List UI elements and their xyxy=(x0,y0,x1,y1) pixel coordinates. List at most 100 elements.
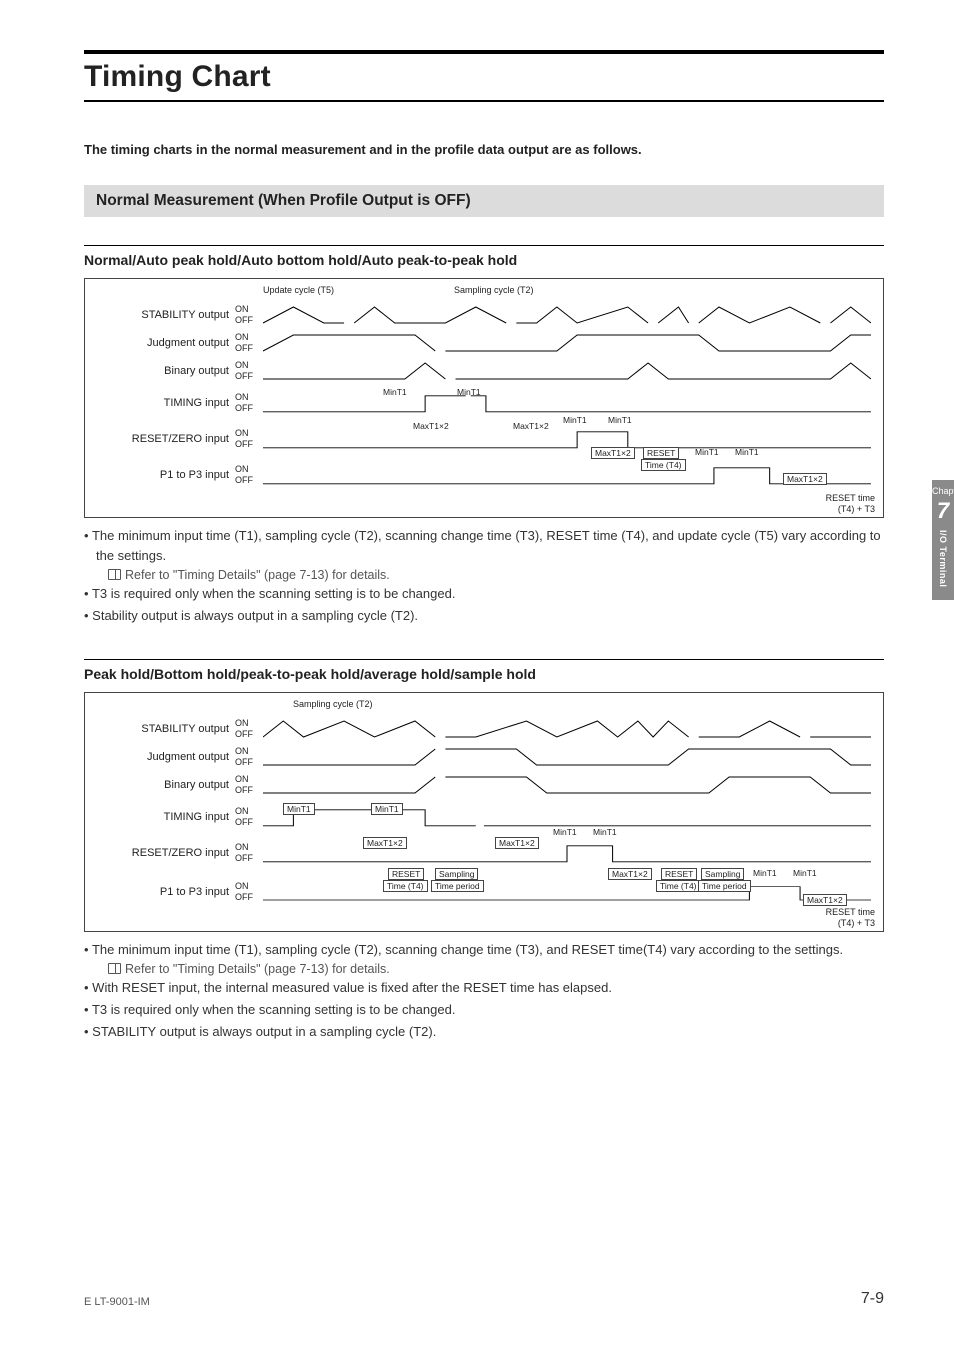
reference-line: Refer to "Timing Details" (page 7-13) fo… xyxy=(84,568,884,582)
book-icon xyxy=(108,963,121,974)
annot-time-period: Time period xyxy=(431,880,484,892)
annot-min-t1: MinT1 xyxy=(383,387,407,397)
on-label: ON xyxy=(235,718,259,729)
signal-row: P1 to P3 input ONOFF MaxT1×2 RESET Time … xyxy=(85,457,871,493)
off-label: OFF xyxy=(235,315,259,326)
annot-min-t1: MinT1 xyxy=(735,447,759,457)
annot-max-t1x2: MaxT1×2 xyxy=(413,421,449,431)
signal-label: Judgment output xyxy=(85,337,235,349)
signal-label: Binary output xyxy=(85,779,235,791)
on-label: ON xyxy=(235,392,259,403)
signal-row: Judgment output ONOFF xyxy=(85,743,871,771)
annot-max-t1x2: MaxT1×2 xyxy=(591,447,635,459)
reference-line: Refer to "Timing Details" (page 7-13) fo… xyxy=(84,962,884,976)
on-label: ON xyxy=(235,428,259,439)
off-label: OFF xyxy=(235,403,259,414)
marker-sampling-cycle: Sampling cycle (T2) xyxy=(454,285,534,301)
chapter-label: Chapter xyxy=(932,486,954,496)
annot-reset-formula: (T4) + T3 xyxy=(826,504,875,515)
timing-chart-2: Sampling cycle (T2) STABILITY output ONO… xyxy=(84,692,884,932)
off-label: OFF xyxy=(235,892,259,903)
reference-text: Refer to "Timing Details" (page 7-13) fo… xyxy=(125,568,390,582)
footer-doc-id: E LT-9001-IM xyxy=(84,1296,150,1308)
page-title: Timing Chart xyxy=(84,60,884,94)
book-icon xyxy=(108,569,121,580)
signal-row: TIMING input ONOFF MinT1 MinT1 xyxy=(85,799,871,835)
bullet-list-2: The minimum input time (T1), sampling cy… xyxy=(84,940,884,960)
annot-min-t1: MinT1 xyxy=(753,868,777,878)
list-item: STABILITY output is always output in a s… xyxy=(84,1022,884,1042)
off-label: OFF xyxy=(235,343,259,354)
signal-label: P1 to P3 input xyxy=(85,469,235,481)
off-label: OFF xyxy=(235,371,259,382)
list-item: With RESET input, the internal measured … xyxy=(84,978,884,998)
annot-time-period: Time period xyxy=(698,880,751,892)
annot-min-t1: MinT1 xyxy=(283,803,315,815)
bullet-list-1: The minimum input time (T1), sampling cy… xyxy=(84,526,884,566)
annot-min-t1: MinT1 xyxy=(695,447,719,457)
signal-label: RESET/ZERO input xyxy=(85,847,235,859)
subsection-title-1: Normal/Auto peak hold/Auto bottom hold/A… xyxy=(84,252,884,268)
annot-reset: RESET xyxy=(661,868,697,880)
marker-sampling-cycle: Sampling cycle (T2) xyxy=(293,699,373,715)
annot-max-t1x2: MaxT1×2 xyxy=(608,868,652,880)
signal-label: Binary output xyxy=(85,365,235,377)
on-label: ON xyxy=(235,842,259,853)
signal-row: Binary output ONOFF xyxy=(85,771,871,799)
signal-row: Binary output ONOFF xyxy=(85,357,871,385)
annot-min-t1: MinT1 xyxy=(457,387,481,397)
bullet-list-1b: T3 is required only when the scanning se… xyxy=(84,584,884,626)
signal-label: RESET/ZERO input xyxy=(85,433,235,445)
section-header: Normal Measurement (When Profile Output … xyxy=(84,185,884,217)
on-label: ON xyxy=(235,806,259,817)
on-label: ON xyxy=(235,332,259,343)
off-label: OFF xyxy=(235,439,259,450)
signal-label: TIMING input xyxy=(85,811,235,823)
signal-row: STABILITY output ONOFF xyxy=(85,301,871,329)
on-label: ON xyxy=(235,360,259,371)
off-label: OFF xyxy=(235,729,259,740)
annot-min-t1: MinT1 xyxy=(563,415,587,425)
annot-time-t4: Time (T4) xyxy=(656,880,701,892)
annot-max-t1x2: MaxT1×2 xyxy=(803,894,847,906)
lead-text: The timing charts in the normal measurem… xyxy=(84,142,884,157)
annot-min-t1: MinT1 xyxy=(593,827,617,837)
list-item: T3 is required only when the scanning se… xyxy=(84,1000,884,1020)
annot-min-t1: MinT1 xyxy=(553,827,577,837)
signal-label: P1 to P3 input xyxy=(85,886,235,898)
annot-reset: RESET xyxy=(643,447,679,459)
on-label: ON xyxy=(235,304,259,315)
annot-time-t4: Time (T4) xyxy=(641,459,686,471)
footer: E LT-9001-IM 7-9 xyxy=(84,1290,884,1308)
signal-row: TIMING input ONOFF MinT1 MinT1 xyxy=(85,385,871,421)
marker-update-cycle: Update cycle (T5) xyxy=(263,285,334,301)
annot-time-t4: Time (T4) xyxy=(383,880,428,892)
annot-max-t1x2: MaxT1×2 xyxy=(363,837,407,849)
annot-min-t1: MinT1 xyxy=(793,868,817,878)
off-label: OFF xyxy=(235,785,259,796)
annot-max-t1x2: MaxT1×2 xyxy=(783,473,827,485)
annot-sampling: Sampling xyxy=(435,868,478,880)
list-item: The minimum input time (T1), sampling cy… xyxy=(84,526,884,566)
off-label: OFF xyxy=(235,757,259,768)
chapter-number: 7 xyxy=(932,498,954,524)
signal-label: STABILITY output xyxy=(85,723,235,735)
annot-reset: RESET xyxy=(388,868,424,880)
on-label: ON xyxy=(235,464,259,475)
signal-row: STABILITY output ONOFF xyxy=(85,715,871,743)
signal-row: P1 to P3 input ONOFF RESET Sampling Time… xyxy=(85,871,871,913)
on-label: ON xyxy=(235,746,259,757)
annot-min-t1: MinT1 xyxy=(371,803,403,815)
off-label: OFF xyxy=(235,853,259,864)
timing-chart-1: Update cycle (T5) Sampling cycle (T2) ST… xyxy=(84,278,884,518)
annot-max-t1x2: MaxT1×2 xyxy=(495,837,539,849)
title-rule-bottom xyxy=(84,100,884,102)
list-item: The minimum input time (T1), sampling cy… xyxy=(84,940,884,960)
reference-text: Refer to "Timing Details" (page 7-13) fo… xyxy=(125,962,390,976)
annot-min-t1: MinT1 xyxy=(608,415,632,425)
signal-row: Judgment output ONOFF xyxy=(85,329,871,357)
signal-label: STABILITY output xyxy=(85,309,235,321)
bullet-list-2b: With RESET input, the internal measured … xyxy=(84,978,884,1042)
list-item: Stability output is always output in a s… xyxy=(84,606,884,626)
title-rule-top xyxy=(84,50,884,54)
